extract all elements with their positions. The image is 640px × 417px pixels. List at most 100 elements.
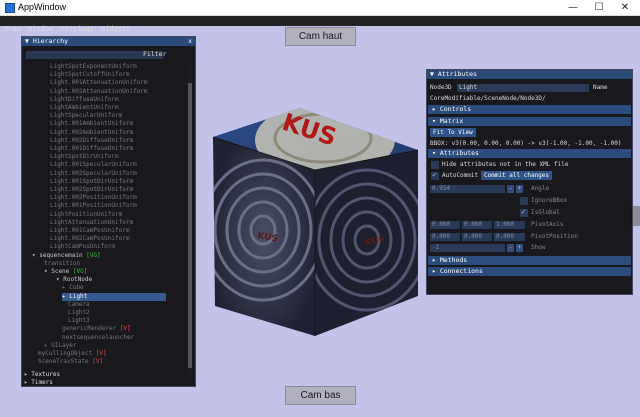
cam-bottom-button[interactable]: Cam bas xyxy=(285,386,356,405)
hierarchy-scrollbar[interactable] xyxy=(187,63,193,380)
tree-item[interactable]: ▾ RootNode xyxy=(56,276,92,284)
tree-item[interactable]: LightSpecularUniform xyxy=(50,112,122,120)
tree-item[interactable]: transition xyxy=(44,260,80,268)
angle-field[interactable]: 0.954 xyxy=(430,185,505,193)
tree-item-label: LightSpecularUniform xyxy=(50,112,123,120)
tree-item[interactable]: LightAmbientUniform xyxy=(50,104,119,112)
pivot-axis-z[interactable]: 1.000 xyxy=(494,221,525,229)
commit-all-button[interactable]: Commit all changes xyxy=(481,171,553,180)
tree-item[interactable]: LightSpotDirUniform xyxy=(50,153,119,161)
tree-item[interactable]: LightSpotCutoffUniform xyxy=(50,71,129,79)
tree-item-label: Light.001CamPosUniform xyxy=(50,227,130,234)
tree-item-label: ▾ sequencemain xyxy=(32,251,83,259)
tree-item[interactable]: myCullingObject [V] xyxy=(38,350,107,358)
tree-item[interactable]: Light.001PositionUniform xyxy=(50,202,137,210)
show-minus[interactable]: - xyxy=(507,244,514,252)
tree-item[interactable]: LightSpotExponentUniform xyxy=(50,63,137,71)
window-title: AppWindow xyxy=(18,2,67,12)
matrix-header[interactable]: ▾ Matrix xyxy=(428,117,631,126)
hierarchy-close-icon[interactable]: x xyxy=(188,37,192,46)
tree-item[interactable]: Light.001AmbientUniform xyxy=(50,120,133,128)
autocommit-checkbox[interactable] xyxy=(431,170,439,180)
timers-section[interactable]: ▸ Timers xyxy=(24,379,53,386)
tree-item[interactable]: genericRenderer [V] xyxy=(62,325,131,333)
show-field[interactable]: -1 xyxy=(430,244,505,252)
pivot-position-z[interactable]: 0.000 xyxy=(494,233,525,241)
tree-item[interactable]: Light.002SpecularUniform xyxy=(50,170,137,178)
tree-item[interactable]: LightPositionUniform xyxy=(50,211,122,219)
tree-item-tag: [VG] xyxy=(72,268,88,275)
tree-item[interactable]: Light.002DiffuseUniform xyxy=(50,137,133,145)
attributes-title-bar[interactable]: ▼ Attributes xyxy=(427,70,632,79)
menu-window[interactable]: Window xyxy=(24,24,56,34)
tree-item[interactable]: Light.002AttenuationUniform xyxy=(50,88,148,96)
tree-item[interactable]: nextsequencelauncher xyxy=(62,334,134,342)
connections-header[interactable]: ▸ Connections xyxy=(428,267,631,276)
tree-item[interactable]: Light.001SpecularUniform xyxy=(50,161,137,169)
autocommit-label: AutoCommit xyxy=(442,172,479,179)
tree-item[interactable]: Camera xyxy=(68,301,90,309)
tree-item-label: Camera xyxy=(68,300,90,308)
tree-item[interactable]: SceneTravState [V] xyxy=(38,358,103,366)
tree-item-label: LightDiffuseUniform xyxy=(50,95,119,103)
close-button[interactable]: ✕ xyxy=(612,0,638,15)
pivot-position-y[interactable]: 0.000 xyxy=(462,233,492,241)
viewport-cube[interactable]: KUS KUS KUS xyxy=(205,100,425,340)
is-global-checkbox[interactable] xyxy=(520,207,528,217)
collapse-arrow-icon[interactable]: ▼ xyxy=(430,70,438,78)
pivot-position-x[interactable]: 0.000 xyxy=(430,233,460,241)
tree-item[interactable]: Light.001CamPosUniform xyxy=(50,227,129,235)
menu-settings[interactable]: Settings xyxy=(56,24,97,34)
textures-section[interactable]: ▸ Textures xyxy=(24,371,60,379)
tree-item-label: Light.002DiffuseUniform xyxy=(50,136,134,144)
maximize-button[interactable]: ☐ xyxy=(586,0,612,15)
tree-item-tag: [V] xyxy=(119,325,131,333)
tree-item[interactable]: ▸ Cube xyxy=(62,284,84,292)
is-global-label: IsGlobal xyxy=(531,209,560,216)
hierarchy-tree: LightSpotExponentUniform LightSpotCutoffU… xyxy=(24,63,189,381)
tree-item[interactable]: ▸ UILayer xyxy=(44,342,77,350)
angle-minus[interactable]: - xyxy=(507,185,514,193)
tree-item[interactable]: Light.002CamPosUniform xyxy=(50,235,129,243)
node-name-field[interactable]: Light xyxy=(457,84,589,92)
hierarchy-title-bar[interactable]: ▼ Hierarchy x xyxy=(22,37,195,46)
methods-header[interactable]: ▸ Methods xyxy=(428,256,631,265)
tree-item[interactable]: LightDiffuseUniform xyxy=(50,96,119,104)
tree-item-label: Light.001AttenuationUniform xyxy=(50,79,148,87)
tree-item[interactable]: ▸ Light xyxy=(62,292,166,301)
tree-item[interactable]: Light.002SpotDirUniform xyxy=(50,186,133,194)
menu-widgets[interactable]: Widgets xyxy=(97,24,134,34)
attributes-header[interactable]: ▾ Attributes xyxy=(428,149,631,158)
bbox-text: BBOX: v3(0.00, 0.00, 0.00) -> v3(-1.00, … xyxy=(430,140,622,147)
tree-item[interactable]: LightAttenuationUniform xyxy=(50,219,133,227)
cam-top-button[interactable]: Cam haut xyxy=(285,27,356,46)
menu-draw[interactable]: Draw xyxy=(0,24,24,34)
collapse-arrow-icon[interactable]: ▼ xyxy=(25,37,33,45)
tree-item[interactable]: Light.002PositionUniform xyxy=(50,194,137,202)
tree-item[interactable]: Light3 xyxy=(68,317,90,325)
pivot-axis-x[interactable]: 0.000 xyxy=(430,221,460,229)
attributes-title: Attributes xyxy=(437,70,477,78)
tree-item[interactable]: Light2 xyxy=(68,309,90,317)
scrollbar-thumb[interactable] xyxy=(188,83,192,368)
minimize-button[interactable]: — xyxy=(560,0,586,15)
tree-item[interactable]: ▾ Scene [VG] xyxy=(44,268,87,276)
tree-item-label: Light.001SpecularUniform xyxy=(50,161,137,169)
angle-plus[interactable]: + xyxy=(516,185,523,193)
tree-item[interactable]: ▾ sequencemain [VG] xyxy=(32,252,101,260)
pivot-axis-y[interactable]: 0.000 xyxy=(462,221,492,229)
tree-item[interactable]: Light.002AmbientUniform xyxy=(50,129,133,137)
tree-item-label: Light.001DiffuseUniform xyxy=(50,145,134,152)
tree-item[interactable]: Light.001AttenuationUniform xyxy=(50,79,148,87)
tree-item[interactable]: Light.001DiffuseUniform xyxy=(50,145,133,153)
show-plus[interactable]: + xyxy=(516,244,523,252)
hide-attributes-checkbox[interactable] xyxy=(431,161,439,169)
fit-to-view-button[interactable]: Fit To View xyxy=(430,128,476,137)
tree-item-label: ▾ RootNode xyxy=(56,276,93,284)
tree-item[interactable]: LightCamPosUniform xyxy=(50,243,115,251)
tree-item[interactable]: Light.001SpotDirUniform xyxy=(50,178,133,186)
controls-header[interactable]: ▸ Controls xyxy=(428,105,631,114)
ignore-bbox-checkbox[interactable] xyxy=(520,197,528,205)
tree-item-label: LightSpotExponentUniform xyxy=(50,63,137,70)
tree-item-label: ▾ Scene xyxy=(44,268,70,275)
